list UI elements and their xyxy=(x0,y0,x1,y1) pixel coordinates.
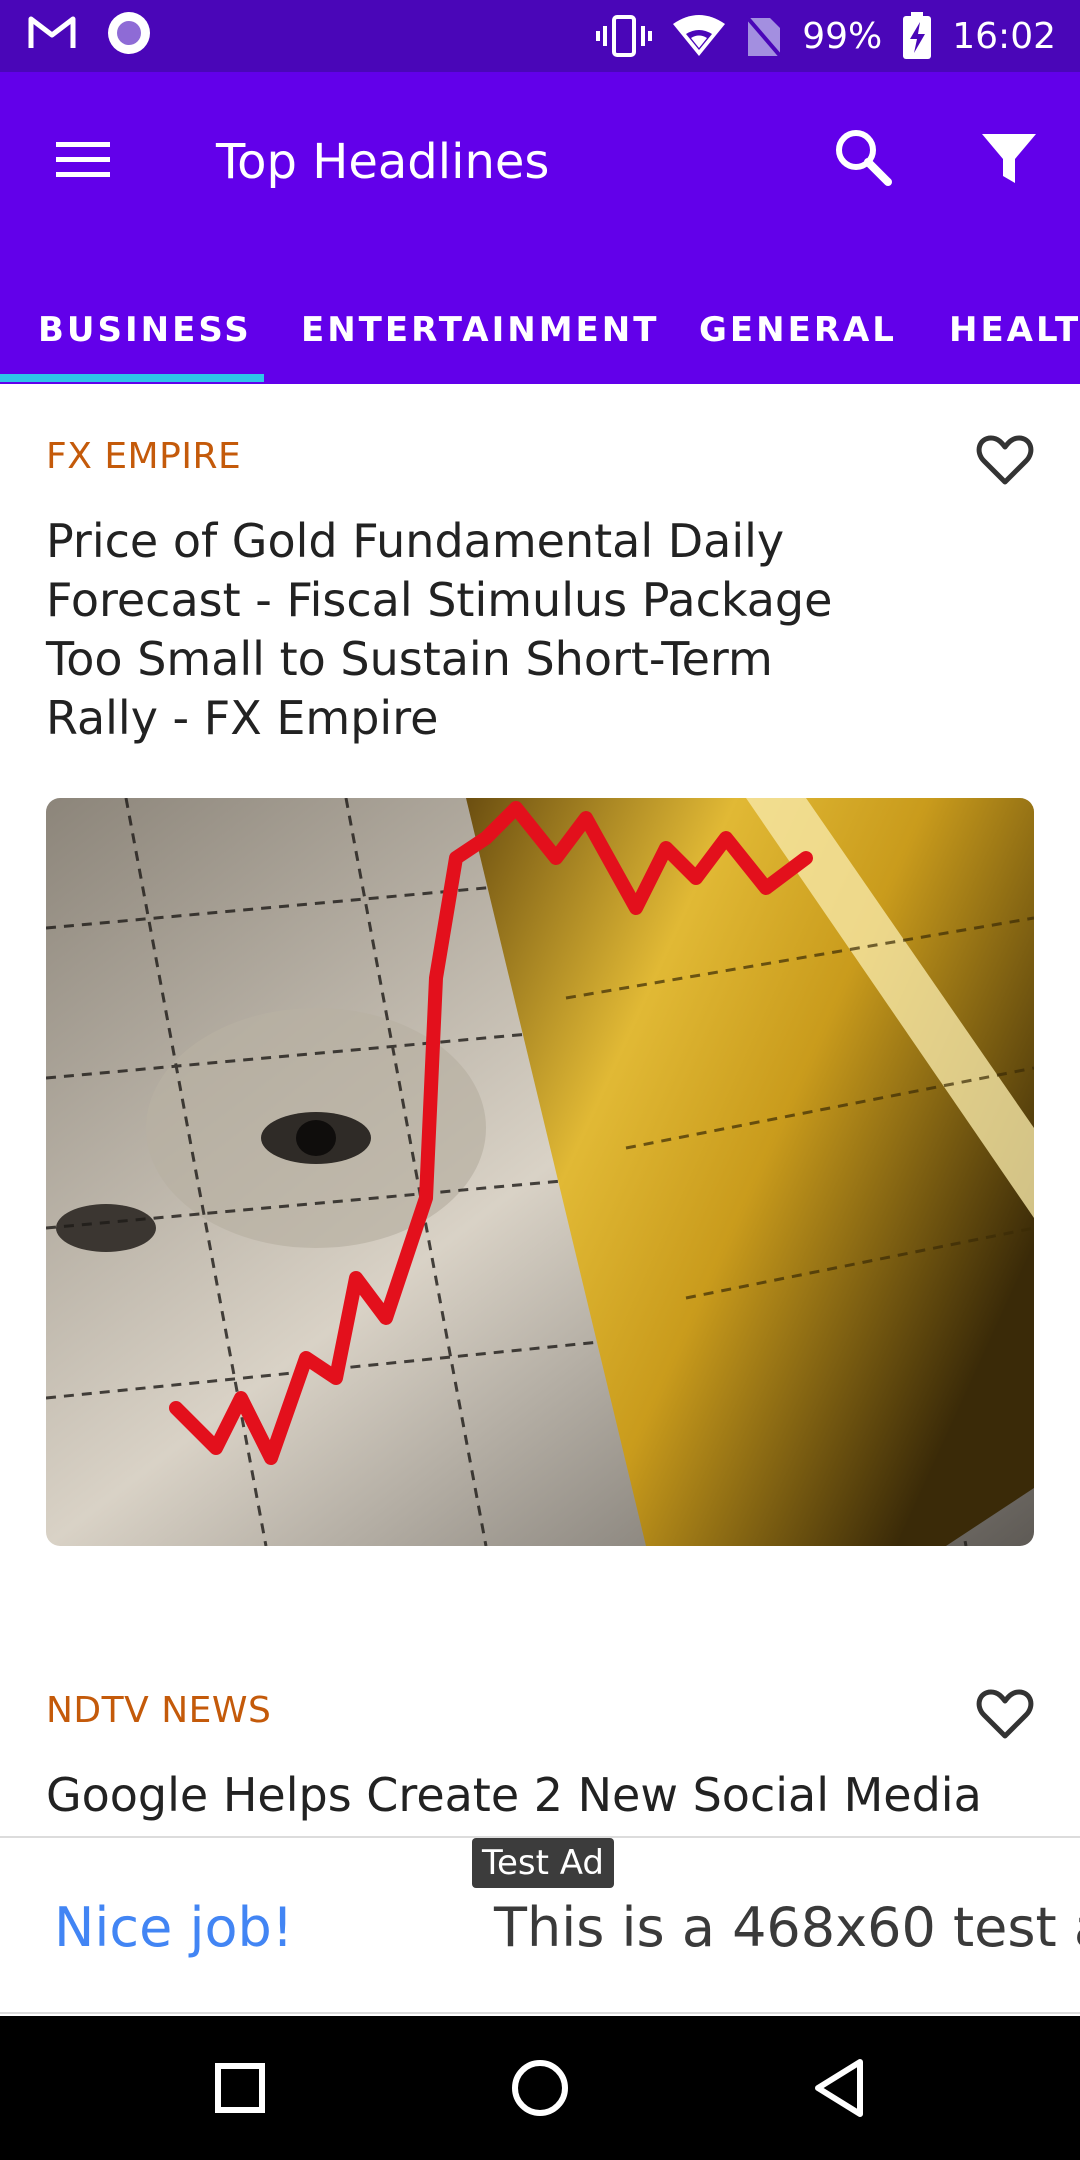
clock: 16:02 xyxy=(952,15,1056,57)
category-tabs: BUSINESS ENTERTAINMENT GENERAL HEALTH xyxy=(0,282,1080,384)
battery-charging-icon xyxy=(903,12,932,59)
wifi-icon xyxy=(673,15,726,56)
vibrate-icon xyxy=(596,15,653,57)
article-image[interactable] xyxy=(46,798,1034,1546)
favorite-heart-icon[interactable] xyxy=(976,434,1034,486)
recents-icon[interactable] xyxy=(204,2052,276,2124)
favorite-heart-icon[interactable] xyxy=(976,1688,1034,1740)
battery-percent: 99% xyxy=(802,15,883,57)
selected-tab-indicator xyxy=(0,374,264,382)
test-ad-badge: Test Ad xyxy=(472,1838,615,1888)
no-sim-icon xyxy=(746,14,783,58)
home-icon[interactable] xyxy=(504,2052,576,2124)
search-icon[interactable] xyxy=(830,124,896,190)
tab-health[interactable]: HEALTH xyxy=(949,282,1080,384)
article-source: NDTV NEWS xyxy=(46,1690,272,1731)
article-headline[interactable]: Google Helps Create 2 New Social Media xyxy=(46,1766,1046,1825)
page-title: Top Headlines xyxy=(216,134,550,190)
navigation-bar xyxy=(0,2016,1080,2160)
tab-general[interactable]: GENERAL xyxy=(699,282,897,384)
filter-icon[interactable] xyxy=(978,128,1040,190)
tab-business[interactable]: BUSINESS xyxy=(38,282,252,384)
status-bar: 99% 16:02 xyxy=(0,0,1080,72)
ad-text[interactable]: This is a 468x60 test a xyxy=(494,1896,1080,1959)
gmail-icon xyxy=(28,16,76,48)
menu-icon[interactable] xyxy=(50,130,116,190)
app-bar: Top Headlines BUSINESS ENTERTAINMENT GEN… xyxy=(0,72,1080,384)
back-icon[interactable] xyxy=(804,2052,876,2124)
gold-chart-image xyxy=(46,798,1034,1546)
article-source: FX EMPIRE xyxy=(46,436,242,477)
app-circle-icon xyxy=(108,12,150,54)
ad-title[interactable]: Nice job! xyxy=(54,1896,293,1959)
article-headline[interactable]: Price of Gold Fundamental Daily Forecast… xyxy=(46,512,876,748)
tab-entertainment[interactable]: ENTERTAINMENT xyxy=(301,282,659,384)
